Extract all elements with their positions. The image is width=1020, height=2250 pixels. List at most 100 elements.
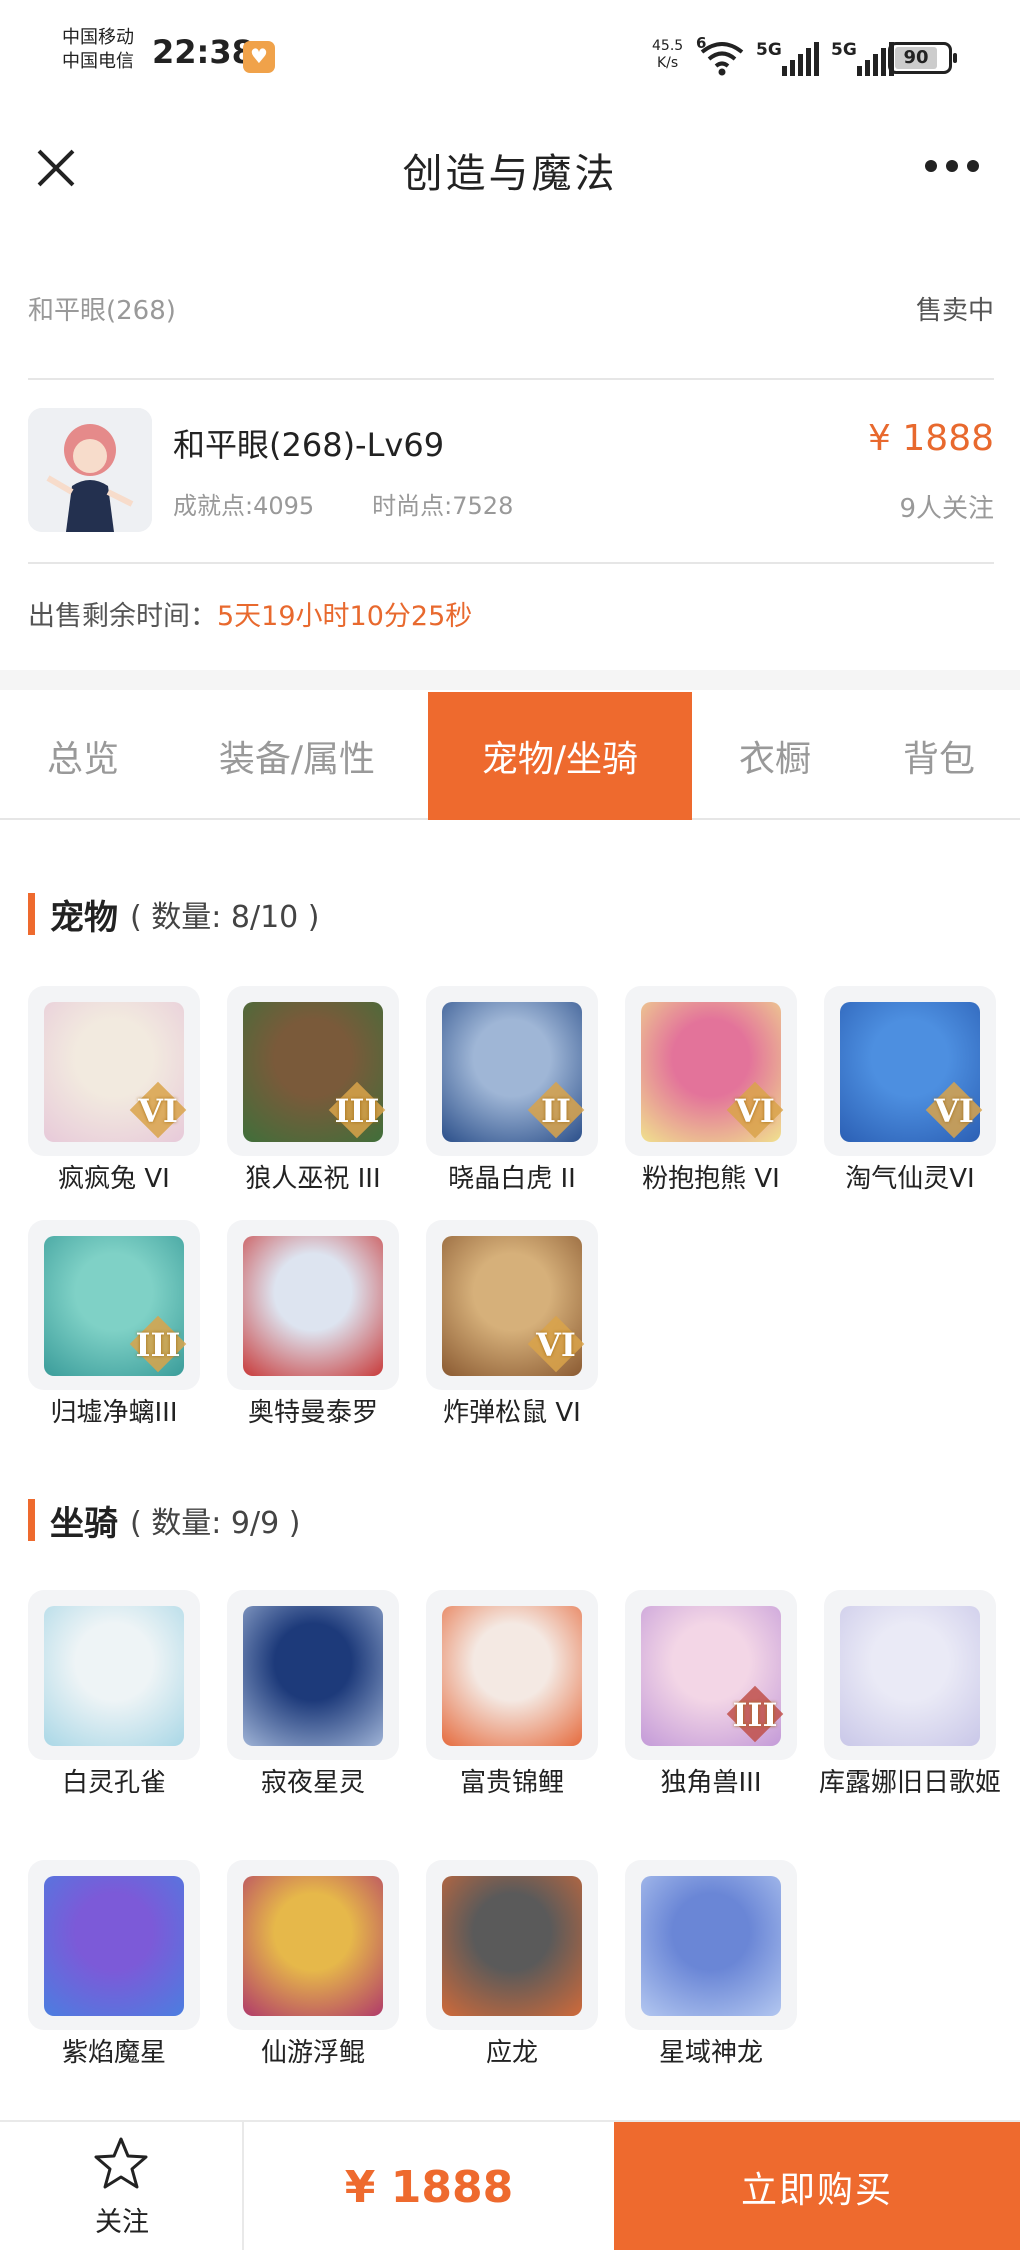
mount-item[interactable]: 富贵锦鲤 bbox=[426, 1590, 598, 1800]
account-name: 和平眼(268) bbox=[28, 296, 176, 326]
section-accent-bar bbox=[28, 893, 35, 935]
mount-thumbnail bbox=[625, 1860, 797, 2030]
mount-name: 白灵孔雀 bbox=[61, 1768, 166, 1798]
app-notification-icon bbox=[243, 41, 275, 73]
mount-name: 星域神龙 bbox=[658, 2038, 763, 2068]
listing-stats: 成就点:4095 时尚点:7528 bbox=[173, 486, 513, 521]
tab-backpack[interactable]: 背包 bbox=[858, 692, 1020, 820]
status-icons: 6 5G 5G bbox=[696, 34, 894, 76]
pet-item[interactable]: VI 粉抱抱熊 VI bbox=[625, 986, 797, 1196]
star-icon bbox=[94, 2137, 148, 2189]
tier-badge: VI bbox=[126, 1078, 190, 1142]
pet-thumbnail: VI bbox=[28, 986, 200, 1156]
bottom-price: ¥ 1888 bbox=[344, 2161, 514, 2213]
tier-badge: VI bbox=[723, 1078, 787, 1142]
creature-art bbox=[44, 1606, 184, 1746]
mount-item[interactable]: 寂夜星灵 bbox=[227, 1590, 399, 1800]
tab-bar: 总览 装备/属性 宠物/坐骑 衣橱 背包 bbox=[0, 692, 1020, 820]
mount-thumbnail bbox=[227, 1590, 399, 1760]
pet-thumbnail: VI bbox=[824, 986, 996, 1156]
net-speed-value: 45.5 bbox=[652, 38, 684, 54]
mount-item[interactable]: 白灵孔雀 bbox=[28, 1590, 200, 1800]
pet-thumbnail: VI bbox=[426, 1220, 598, 1390]
follow-button[interactable]: 关注 bbox=[0, 2122, 244, 2250]
wifi-icon: 6 bbox=[696, 34, 744, 76]
section-gap bbox=[0, 670, 1020, 690]
pet-thumbnail: III bbox=[28, 1220, 200, 1390]
pets-title: 宠物 bbox=[50, 897, 118, 938]
carrier-1: 中国移动 bbox=[62, 27, 134, 48]
mount-name: 独角兽III bbox=[660, 1768, 762, 1798]
remaining-value: 5天19小时10分25秒 bbox=[217, 601, 473, 632]
page-title: 创造与魔法 bbox=[402, 151, 618, 197]
mount-item[interactable]: 应龙 bbox=[426, 1860, 598, 2070]
more-options-icon[interactable] bbox=[925, 160, 985, 176]
pet-thumbnail bbox=[227, 1220, 399, 1390]
pet-name: 归墟净螭III bbox=[50, 1398, 178, 1428]
buy-now-button[interactable]: 立即购买 bbox=[614, 2122, 1020, 2250]
tab-wardrobe[interactable]: 衣橱 bbox=[692, 692, 858, 820]
tier-label: VI bbox=[735, 1092, 775, 1130]
tier-badge: III bbox=[126, 1312, 190, 1376]
tier-badge: VI bbox=[922, 1078, 986, 1142]
pet-name: 晓晶白虎 II bbox=[448, 1164, 576, 1194]
section-accent-bar bbox=[28, 1499, 35, 1541]
pet-item[interactable]: VI 淘气仙灵VI bbox=[824, 986, 996, 1196]
tier-label: II bbox=[541, 1092, 571, 1130]
pet-item[interactable]: VI 炸弹松鼠 VI bbox=[426, 1220, 598, 1430]
mount-item[interactable]: 库露娜旧日歌姬 bbox=[819, 1590, 1001, 1800]
mounts-title: 坐骑 bbox=[50, 1503, 118, 1544]
title-bar: 创造与魔法 bbox=[0, 115, 1020, 220]
pet-item[interactable]: 奥特曼泰罗 bbox=[227, 1220, 399, 1430]
pet-item[interactable]: II 晓晶白虎 II bbox=[426, 986, 598, 1196]
remaining-label: 出售剩余时间： bbox=[28, 601, 217, 632]
listing-price: ¥ 1888 bbox=[868, 418, 994, 459]
mount-name: 紫焰魔星 bbox=[61, 2038, 166, 2068]
tab-pets-mounts[interactable]: 宠物/坐骑 bbox=[428, 692, 692, 820]
mount-name: 库露娜旧日歌姬 bbox=[818, 1768, 1001, 1798]
net-speed-unit: K/s bbox=[656, 55, 679, 71]
tier-label: VI bbox=[536, 1326, 576, 1364]
fashion-points: 时尚点:7528 bbox=[372, 492, 514, 520]
sale-status: 售卖中 bbox=[915, 296, 994, 326]
mount-thumbnail bbox=[28, 1860, 200, 2030]
tab-equipment[interactable]: 装备/属性 bbox=[166, 692, 428, 820]
tab-overview[interactable]: 总览 bbox=[0, 692, 166, 820]
achievement-points: 成就点:4095 bbox=[173, 492, 315, 520]
follow-label: 关注 bbox=[95, 2207, 149, 2238]
mount-name: 仙游浮鲲 bbox=[260, 2038, 365, 2068]
creature-art bbox=[243, 1236, 383, 1376]
mounts-section-header: 坐骑 ( 数量: 9/9 ) bbox=[28, 1498, 300, 1544]
pet-item[interactable]: III 归墟净螭III bbox=[28, 1220, 200, 1430]
creature-art bbox=[840, 1606, 980, 1746]
creature-art bbox=[442, 1606, 582, 1746]
mount-name: 寂夜星灵 bbox=[260, 1768, 365, 1798]
pet-name: 奥特曼泰罗 bbox=[247, 1398, 378, 1428]
pet-item[interactable]: III 狼人巫祝 III bbox=[227, 986, 399, 1196]
pet-name: 粉抱抱熊 VI bbox=[642, 1164, 780, 1194]
pet-name: 淘气仙灵VI bbox=[845, 1164, 975, 1194]
mount-thumbnail bbox=[227, 1860, 399, 2030]
tier-badge: II bbox=[524, 1078, 588, 1142]
signal-icon-2: 5G bbox=[831, 40, 894, 76]
pet-thumbnail: VI bbox=[625, 986, 797, 1156]
tier-badge: VI bbox=[524, 1312, 588, 1376]
network-speed: 45.5 K/s bbox=[652, 38, 683, 72]
signal-1-tag: 5G bbox=[756, 40, 782, 60]
creature-art bbox=[44, 1876, 184, 2016]
remaining-time: 出售剩余时间：5天19小时10分25秒 bbox=[28, 594, 472, 633]
account-header: 和平眼(268) 售卖中 bbox=[28, 290, 994, 330]
mount-item[interactable]: III 独角兽III bbox=[625, 1590, 797, 1800]
tier-label: III bbox=[732, 1696, 778, 1734]
bottom-action-bar: 关注 ¥ 1888 立即购买 bbox=[0, 2120, 1020, 2250]
mount-name: 应龙 bbox=[485, 2038, 538, 2068]
pet-name: 炸弹松鼠 VI bbox=[443, 1398, 581, 1428]
listing-title: 和平眼(268)-Lv69 bbox=[173, 426, 445, 464]
mount-item[interactable]: 星域神龙 bbox=[625, 1860, 797, 2070]
listing-card[interactable]: 和平眼(268)-Lv69 成就点:4095 时尚点:7528 ¥ 1888 9… bbox=[28, 408, 994, 534]
mount-item[interactable]: 紫焰魔星 bbox=[28, 1860, 200, 2070]
mount-item[interactable]: 仙游浮鲲 bbox=[227, 1860, 399, 2070]
signal-2-tag: 5G bbox=[831, 40, 857, 60]
pet-item[interactable]: VI 疯疯兔 VI bbox=[28, 986, 200, 1196]
mount-thumbnail bbox=[824, 1590, 996, 1760]
